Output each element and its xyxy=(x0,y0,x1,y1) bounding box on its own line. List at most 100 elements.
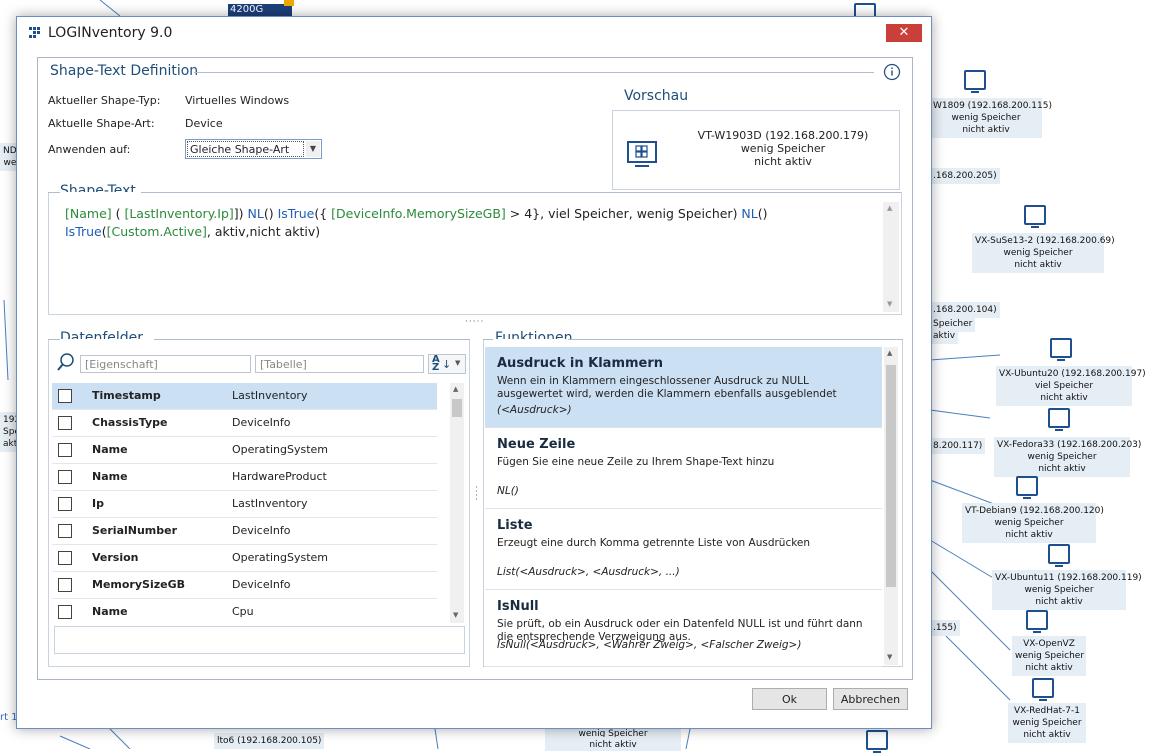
field-description-box xyxy=(54,626,465,654)
scroll-down-icon[interactable]: ▼ xyxy=(887,300,892,308)
table-filter-input[interactable]: [Tabelle] xyxy=(255,355,424,373)
datenfeld-row[interactable]: Version OperatingSystem xyxy=(52,545,437,572)
shape-text-code: [Name] ( [LastInventory.Ip]]) NL() IsTru… xyxy=(65,205,875,241)
device-node-vx-suse13-2[interactable]: VX-SuSe13-2 (192.168.200.69) wenig Speic… xyxy=(972,233,1115,273)
partial-node-label: 8.200.117) xyxy=(930,438,986,454)
list-scrollbar[interactable]: ▲ ▼ xyxy=(450,383,464,623)
scroll-up-icon[interactable]: ▲ xyxy=(887,204,892,212)
datenfeld-name: Timestamp xyxy=(92,389,161,402)
datenfeld-name: MemorySizeGB xyxy=(92,578,185,591)
preview-line-1: VT-W1903D (192.168.200.179) xyxy=(697,129,869,142)
function-item[interactable]: Liste Erzeugt eine durch Komma getrennte … xyxy=(485,509,882,590)
chevron-down-icon[interactable]: ▼ xyxy=(306,141,320,157)
function-item[interactable]: Ausdruck in Klammern Wenn ein in Klammern… xyxy=(485,347,882,428)
funktionen-scrollbar[interactable]: ▲ ▼ xyxy=(884,347,898,665)
divider xyxy=(194,72,874,73)
scroll-thumb[interactable] xyxy=(452,399,462,417)
datenfeld-row[interactable]: Timestamp LastInventory xyxy=(52,383,437,410)
apply-to-label: Anwenden auf: xyxy=(48,143,131,156)
function-syntax: NL() xyxy=(497,485,519,497)
function-syntax: List(<Ausdruck>, <Ausdruck>, ...) xyxy=(497,566,680,578)
scroll-down-icon[interactable]: ▼ xyxy=(887,653,892,661)
preview-text: VT-W1903D (192.168.200.179) wenig Speich… xyxy=(673,129,893,168)
sort-arrow-icon: ↓ xyxy=(442,358,452,371)
device-node-vx-ubuntu20[interactable]: VX-Ubuntu20 (192.168.200.197) viel Speic… xyxy=(996,366,1146,406)
datenfeld-row[interactable]: Name Cpu xyxy=(52,599,437,623)
datenfeld-row[interactable]: SerialNumber DeviceInfo xyxy=(52,518,437,545)
code-field-token: [Name] xyxy=(65,206,112,221)
code-line-1: [Name] ( [LastInventory.Ip]]) NL() IsTru… xyxy=(65,205,875,223)
datenfeld-row[interactable]: Ip LastInventory xyxy=(52,491,437,518)
scroll-up-icon[interactable]: ▲ xyxy=(453,385,458,393)
preview-box: VT-W1903D (192.168.200.179) wenig Speich… xyxy=(612,110,900,190)
partial-link-text: rt 1 xyxy=(0,712,18,723)
window-icon xyxy=(58,416,72,430)
datenfeld-table: OperatingSystem xyxy=(232,443,329,456)
function-item[interactable]: Neue Zeile Fügen Sie eine neue Zeile zu I… xyxy=(485,428,882,509)
vertical-splitter-handle[interactable]: · · · · xyxy=(475,484,478,505)
function-title: Liste xyxy=(497,518,533,533)
preview-line-2: wenig Speicher xyxy=(740,142,826,155)
datenfeld-name: Ip xyxy=(92,497,104,510)
property-filter-input[interactable]: [Eigenschaft] xyxy=(80,355,251,373)
code-text-token: ]) xyxy=(233,206,248,221)
scroll-up-icon[interactable]: ▲ xyxy=(887,349,892,357)
info-icon[interactable] xyxy=(883,63,901,81)
window-icon xyxy=(58,524,72,538)
function-description: Fügen Sie eine neue Zeile zu Ihrem Shape… xyxy=(497,456,775,468)
device-node-vx-ubuntu11[interactable]: VX-Ubuntu11 (192.168.200.119) wenig Spei… xyxy=(992,570,1142,610)
scroll-down-icon[interactable]: ▼ xyxy=(453,611,458,619)
datenfeld-row[interactable]: Name OperatingSystem xyxy=(52,437,437,464)
datenfeld-row[interactable]: ChassisType DeviceInfo xyxy=(52,410,437,437)
code-function-token: IsTrue xyxy=(277,206,315,221)
datenfeld-table: DeviceInfo xyxy=(232,524,291,537)
search-icon[interactable] xyxy=(56,352,76,372)
windows-device-icon xyxy=(627,141,657,167)
device-node-vx-fedora33[interactable]: VX-Fedora33 (192.168.200.203) wenig Spei… xyxy=(994,437,1141,477)
code-line-2: IsTrue([Custom.Active], aktiv,nicht akti… xyxy=(65,223,875,241)
datenfeld-table: Cpu xyxy=(232,605,254,618)
code-function-token: IsTrue xyxy=(65,224,102,239)
shape-text-dialog: LOGINventory 9.0 ✕ Shape-Text Definition… xyxy=(16,16,932,729)
device-node-vt-debian9[interactable]: VT-Debian9 (192.168.200.120) wenig Speic… xyxy=(962,503,1104,543)
datenfeld-row[interactable]: Name HardwareProduct xyxy=(52,464,437,491)
code-function-token: NL xyxy=(247,206,264,221)
device-node-vx-redhat-7-1[interactable]: VX-RedHat-7-1 wenig Speicher nicht aktiv xyxy=(1008,703,1086,743)
os-icon xyxy=(58,551,72,565)
os-icon xyxy=(58,443,72,457)
code-text-token: ({ xyxy=(314,206,332,221)
partial-node-label: aktiv xyxy=(930,328,959,344)
app-logo-icon xyxy=(29,27,40,38)
apply-to-select-value: Gleiche Shape-Art xyxy=(187,141,304,157)
partial-node-label: lto6 (192.168.200.105) xyxy=(214,733,325,749)
code-text-token: , aktiv,nicht aktiv) xyxy=(206,224,321,239)
function-title: Neue Zeile xyxy=(497,437,576,452)
device-node-w1809[interactable]: W1809 (192.168.200.115) wenig Speicher n… xyxy=(930,98,1052,138)
function-syntax: IsNull(<Ausdruck>, <Wahrer Zweig>, <Fals… xyxy=(497,639,802,651)
shape-art-value: Device xyxy=(185,117,223,130)
cancel-button[interactable]: Abbrechen xyxy=(833,688,908,710)
scroll-thumb[interactable] xyxy=(886,365,896,587)
datenfeld-table: LastInventory xyxy=(232,497,308,510)
function-syntax: (<Ausdruck>) xyxy=(497,404,572,416)
device-tag-4200g: 4200G xyxy=(228,4,292,16)
title-bar[interactable]: LOGINventory 9.0 ✕ xyxy=(17,17,931,48)
code-text-token: () xyxy=(263,206,278,221)
horizontal-splitter-handle[interactable]: ····· xyxy=(465,317,484,327)
close-button[interactable]: ✕ xyxy=(886,24,922,42)
editor-scrollbar[interactable]: ▲ ▼ xyxy=(883,202,899,312)
datenfeld-row[interactable]: MemorySizeGB DeviceInfo xyxy=(52,572,437,599)
device-node-vx-openvz[interactable]: VX-OpenVZ wenig Speicher nicht aktiv xyxy=(1012,636,1086,676)
sort-az-icon: AZ xyxy=(432,354,440,373)
preview-line-3: nicht aktiv xyxy=(754,155,812,168)
shape-text-editor[interactable]: [Name] ( [LastInventory.Ip]]) NL() IsTru… xyxy=(48,192,902,315)
datenfeld-table: HardwareProduct xyxy=(232,470,327,483)
sort-button[interactable]: AZ ↓ ▼ xyxy=(428,354,466,374)
chevron-down-icon: ▼ xyxy=(455,359,461,367)
datenfelder-list[interactable]: Timestamp LastInventory ChassisType DeviceI… xyxy=(52,383,466,623)
apply-to-select[interactable]: Gleiche Shape-Art ▼ xyxy=(185,139,322,159)
datenfeld-table: LastInventory xyxy=(232,389,308,402)
datenfeld-name: Version xyxy=(92,551,139,564)
ok-button[interactable]: Ok xyxy=(752,688,827,710)
function-item[interactable]: IsNull Sie prüft, ob ein Ausdruck oder ei… xyxy=(485,590,882,667)
